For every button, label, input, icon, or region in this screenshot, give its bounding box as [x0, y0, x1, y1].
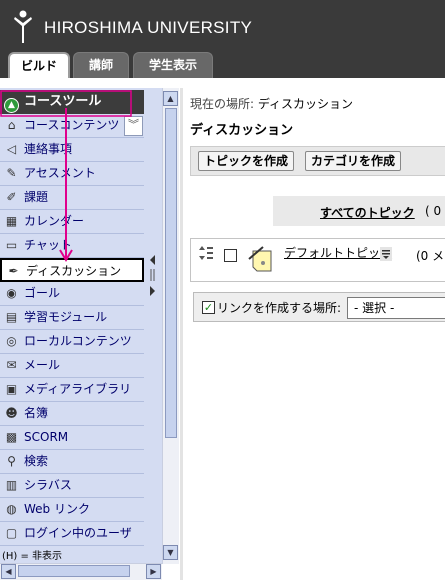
topic-checkbox[interactable]	[224, 249, 237, 262]
sidebar-item-label: メディアライブラリ	[24, 382, 132, 396]
assignment-icon: ✐	[6, 190, 17, 204]
sidebar-item-label: チャット	[24, 238, 72, 252]
mail-icon: ✉	[6, 358, 17, 372]
all-topics-count: ( 0	[425, 204, 442, 218]
tab-build[interactable]: ビルド	[8, 52, 70, 78]
sidebar-item-label: SCORM	[24, 430, 69, 444]
calendar-icon: ▦	[5, 214, 18, 228]
scroll-right-icon: ▶	[150, 567, 157, 576]
sidebar-item-assignments[interactable]: ✐ 課題	[0, 186, 144, 210]
globe-icon: ◍	[6, 502, 17, 516]
topic-message-count: (0 メ	[416, 249, 445, 263]
sidebar-item-discussion[interactable]: ✒ ディスカッション	[0, 258, 144, 282]
roster-icon: ☻	[5, 406, 18, 420]
discussion-topic-icon	[248, 246, 272, 272]
magnifier-icon: ⚲	[7, 454, 16, 468]
scorm-icon: ▩	[5, 430, 18, 444]
discussion-icon: ✒	[8, 264, 19, 278]
left-vertical-scroll-thumb[interactable]	[165, 108, 177, 438]
create-category-button[interactable]: カテゴリを作成	[305, 151, 402, 171]
course-tools-title: コースツール	[24, 94, 102, 109]
university-logo-icon	[14, 10, 32, 43]
scroll-up-icon: ▲	[167, 94, 174, 103]
sidebar-item-scorm[interactable]: ▩ SCORM	[0, 426, 144, 450]
sidebar-item-local-content[interactable]: ◎ ローカルコンテンツ	[0, 330, 144, 354]
collapse-list-button[interactable]: ︾	[124, 116, 143, 136]
collapse-up-icon: ▲	[4, 98, 19, 113]
scroll-left-button[interactable]: ◀	[1, 564, 16, 579]
create-topic-button[interactable]: トピックを作成	[198, 151, 295, 171]
sidebar-item-label: ローカルコンテンツ	[24, 334, 132, 348]
sidebar-item-learning-modules[interactable]: ▤ 学習モジュール	[0, 306, 144, 330]
sidebar-item-course-content[interactable]: ⌂ コースコンテンツ	[0, 114, 144, 138]
sidebar-item-syllabus[interactable]: ▥ シラバス	[0, 474, 144, 498]
sidebar-item-label: メール	[24, 358, 61, 372]
sidebar-item-assessments[interactable]: ✎ アセスメント	[0, 162, 144, 186]
sidebar-item-online-users[interactable]: ▢ ログイン中のユーザ	[0, 522, 144, 546]
sidebar-item-label: Web リンク	[24, 502, 90, 516]
goal-icon: ◉	[6, 286, 17, 300]
reorder-icon[interactable]	[198, 244, 214, 262]
disc-icon: ◎	[6, 334, 17, 348]
module-icon: ▤	[5, 310, 18, 324]
context-menu-icon[interactable]	[380, 247, 392, 261]
course-tools-header[interactable]: ▲ コースツール	[0, 90, 144, 114]
scroll-up-button[interactable]: ▲	[163, 91, 178, 106]
scroll-down-button[interactable]: ▼	[163, 545, 178, 560]
breadcrumb: 現在の場所: ディスカッション	[190, 95, 353, 112]
sidebar-item-label: 課題	[24, 190, 49, 204]
house-icon: ⌂	[7, 118, 16, 132]
scroll-left-icon: ◀	[5, 567, 12, 576]
checkmark-icon: ✓	[203, 301, 214, 314]
create-link-label: リンクを作成する場所:	[217, 301, 342, 315]
sidebar-item-label: カレンダー	[24, 214, 85, 228]
user-icon: ▢	[5, 526, 18, 540]
header-band	[0, 78, 445, 88]
breadcrumb-label: 現在の場所:	[190, 97, 255, 111]
sidebar-item-label: コースコンテンツ	[24, 118, 120, 132]
sidebar-item-label: 名簿	[24, 406, 49, 420]
create-link-checkbox[interactable]: ✓	[202, 301, 215, 314]
sidebar-item-search[interactable]: ⚲ 検索	[0, 450, 144, 474]
sidebar-item-label: アセスメント	[24, 166, 96, 180]
sidebar-item-label: 連絡事項	[24, 142, 73, 156]
pane-splitter-icon[interactable]	[147, 250, 157, 300]
media-icon: ▣	[5, 382, 18, 396]
sidebar-item-roster[interactable]: ☻ 名簿	[0, 402, 144, 426]
tab-student-view[interactable]: 学生表示	[133, 52, 213, 78]
sidebar-item-mail[interactable]: ✉ メール	[0, 354, 144, 378]
sidebar-item-label: ログイン中のユーザ	[24, 526, 132, 540]
page-title: ディスカッション	[190, 123, 294, 138]
default-topic-link[interactable]: デフォルトトピック	[284, 244, 392, 261]
sidebar-item-label: シラバス	[24, 478, 72, 492]
university-name: HIROSHIMA UNIVERSITY	[44, 18, 253, 37]
sidebar-item-media-library[interactable]: ▣ メディアライブラリ	[0, 378, 144, 402]
sidebar-item-web-links[interactable]: ◍ Web リンク	[0, 498, 144, 522]
sidebar-item-label: ゴール	[24, 286, 61, 300]
scroll-right-button[interactable]: ▶	[146, 564, 161, 579]
sidebar-item-chat[interactable]: ▭ チャット	[0, 234, 144, 258]
assessment-icon: ✎	[6, 166, 17, 180]
chat-icon: ▭	[5, 238, 18, 252]
hidden-legend: (H) = 非表示	[2, 551, 63, 562]
sidebar-item-calendar[interactable]: ▦ カレンダー	[0, 210, 144, 234]
scroll-down-icon: ▼	[167, 548, 174, 557]
sidebar-item-goals[interactable]: ◉ ゴール	[0, 282, 144, 306]
sidebar-item-announcements[interactable]: ◁ 連絡事項	[0, 138, 144, 162]
sidebar-item-label: 検索	[24, 454, 49, 468]
sidebar-item-label: 学習モジュール	[24, 310, 108, 324]
megaphone-icon: ◁	[6, 142, 17, 156]
tab-instructor[interactable]: 講師	[73, 52, 129, 78]
sidebar-item-label: ディスカッション	[26, 264, 122, 278]
left-horizontal-scroll-thumb[interactable]	[18, 565, 130, 577]
breadcrumb-current: ディスカッション	[257, 97, 354, 111]
link-location-select[interactable]: - 選択 -	[347, 297, 445, 319]
double-chevron-down-icon: ︾	[128, 118, 139, 131]
syllabus-icon: ▥	[5, 478, 18, 492]
all-topics-link[interactable]: すべてのトピック	[320, 204, 415, 221]
